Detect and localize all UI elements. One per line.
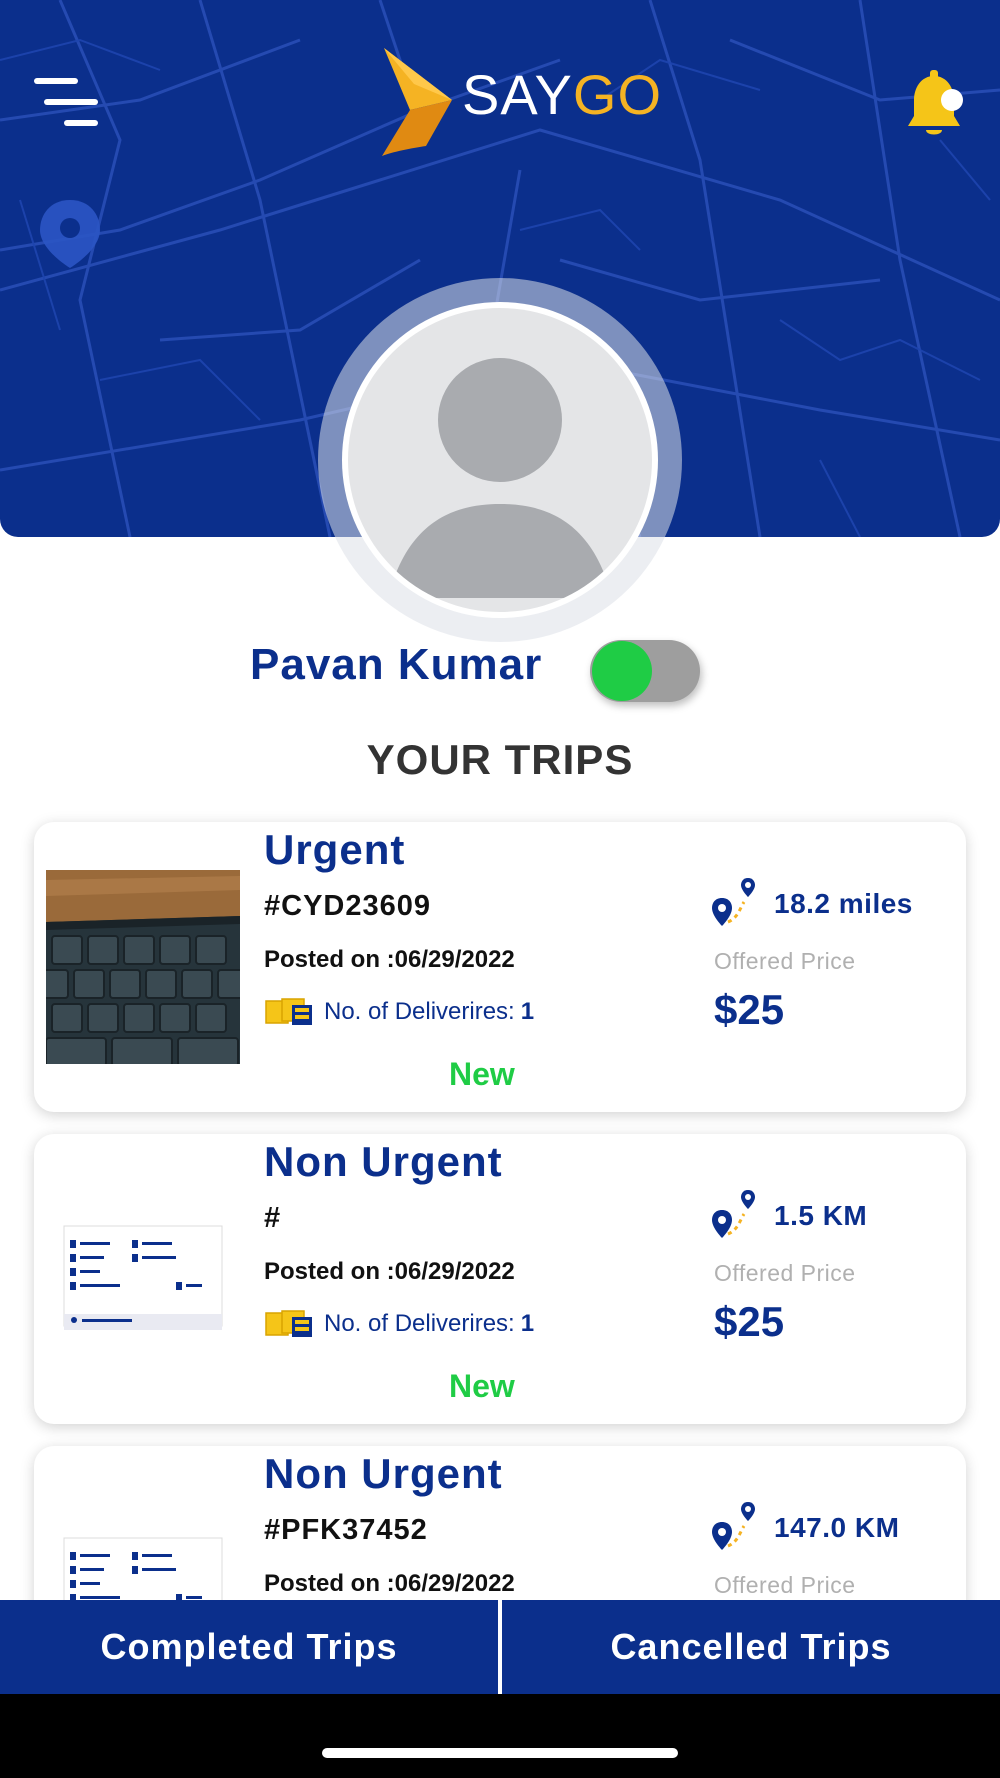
trip-urgency: Non Urgent [264, 1138, 503, 1185]
online-toggle[interactable] [590, 640, 700, 702]
trip-price: $25 [714, 1298, 785, 1345]
trip-id: #CYD23609 [264, 890, 431, 922]
trip-id: #PFK37452 [264, 1514, 428, 1546]
trip-card[interactable]: Urgent #CYD23609 Posted on :06/29/2022 N… [34, 822, 966, 1112]
completed-trips-button[interactable]: Completed Trips [0, 1600, 498, 1694]
route-pin-icon [712, 878, 755, 926]
user-placeholder-icon [388, 358, 612, 598]
app-logo-text: SAYGO [462, 63, 663, 126]
app-screen: SAYGO Pavan Kumar YOUR TRIPS Urgent #CYD… [0, 0, 1000, 1778]
trip-distance: 1.5 KM [774, 1200, 868, 1231]
trip-deliveries: No. of Deliverires: 1 [264, 992, 534, 1032]
section-title: YOUR TRIPS [366, 736, 634, 783]
avatar[interactable] [342, 302, 658, 618]
trip-urgency: Urgent [264, 826, 406, 873]
trip-urgency: Non Urgent [264, 1450, 503, 1497]
trip-id: # [264, 1202, 282, 1234]
route-pin-icon [712, 1190, 755, 1238]
document-screenshot-icon [63, 1225, 223, 1330]
trip-posted-date: Posted on :06/29/2022 [264, 1258, 515, 1285]
packages-icon [265, 998, 312, 1025]
trip-posted-date: Posted on :06/29/2022 [264, 946, 515, 973]
bell-icon [908, 70, 963, 135]
cancelled-trips-button[interactable]: Cancelled Trips [502, 1600, 1000, 1694]
system-home-area [0, 1694, 1000, 1778]
route-pin-icon [712, 1502, 755, 1550]
offered-price-label: Offered Price [714, 1260, 856, 1286]
offered-price-label: Offered Price [714, 1572, 856, 1598]
trip-distance: 147.0 KM [774, 1512, 900, 1543]
trip-card[interactable]: Non Urgent # Posted on :06/29/2022 No. o… [34, 1134, 966, 1424]
trip-thumbnail [46, 1182, 240, 1376]
trip-price: $25 [714, 986, 785, 1033]
trip-posted-date: Posted on :06/29/2022 [264, 1570, 515, 1597]
notifications-button[interactable] [904, 70, 972, 140]
profile-name: Pavan Kumar [250, 640, 543, 689]
menu-icon [34, 78, 78, 84]
offered-price-label: Offered Price [714, 948, 856, 974]
trip-thumbnail [46, 870, 240, 1064]
home-indicator[interactable] [322, 1748, 678, 1758]
trip-deliveries: No. of Deliverires: 1 [264, 1304, 534, 1344]
keyboard-photo-icon [46, 870, 240, 1064]
trip-status: New [449, 1056, 515, 1092]
trip-status: New [449, 1368, 515, 1404]
packages-icon [265, 1310, 312, 1337]
trip-distance: 18.2 miles [774, 888, 913, 919]
menu-button[interactable] [34, 74, 98, 130]
bottom-tab-bar: Completed Trips Cancelled Trips [0, 1600, 1000, 1694]
toggle-knob [592, 641, 652, 701]
